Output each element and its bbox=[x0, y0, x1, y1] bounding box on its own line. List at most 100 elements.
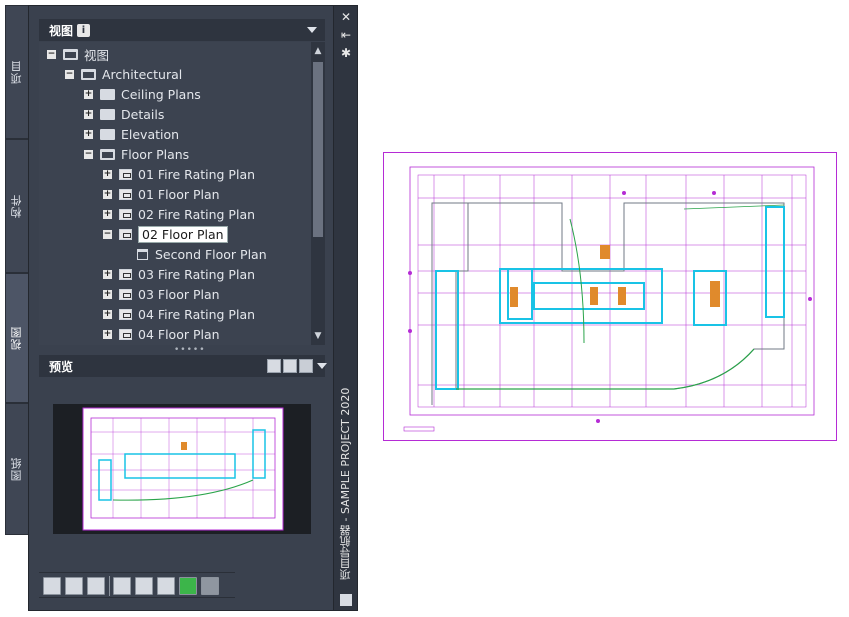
tree-item-label: Details bbox=[121, 106, 165, 122]
select-tool-icon[interactable] bbox=[135, 577, 153, 595]
preview-panel-menu-arrow-icon[interactable] bbox=[317, 363, 327, 369]
scroll-up-icon[interactable]: ▲ bbox=[313, 45, 323, 57]
view-icon bbox=[119, 268, 132, 280]
side-tab-project-label: 项目 bbox=[10, 60, 23, 84]
tree-item-label: 04 Floor Plan bbox=[138, 326, 220, 342]
preview-panel-title: 预览 bbox=[49, 359, 74, 374]
new-view-icon[interactable] bbox=[43, 577, 61, 595]
folder-icon bbox=[100, 108, 115, 120]
expand-icon[interactable]: + bbox=[103, 289, 112, 299]
tree-item[interactable]: +04 Fire Rating Plan bbox=[103, 304, 255, 324]
collapse-icon[interactable]: − bbox=[65, 69, 74, 79]
side-tab-constructs-label: 构件 bbox=[10, 194, 23, 218]
properties-gear-icon[interactable]: ✱ bbox=[339, 46, 353, 60]
collapse-icon[interactable]: − bbox=[47, 49, 56, 59]
views-panel-menu-arrow-icon[interactable] bbox=[307, 27, 317, 33]
folder-open-icon bbox=[100, 148, 115, 160]
view-icon bbox=[119, 168, 132, 180]
tree-item[interactable]: + Details bbox=[84, 104, 164, 124]
view-icon-locked bbox=[119, 228, 132, 240]
drawing-canvas[interactable] bbox=[383, 152, 837, 441]
sheet-properties-icon[interactable] bbox=[113, 577, 131, 595]
collapse-icon[interactable]: − bbox=[84, 149, 93, 159]
tree-item[interactable]: − 视图 bbox=[47, 44, 109, 64]
side-tab-constructs[interactable]: 构件 bbox=[5, 139, 29, 273]
tree-item-label: 01 Floor Plan bbox=[138, 186, 220, 202]
tree-item[interactable]: +01 Fire Rating Plan bbox=[103, 164, 255, 184]
tree-item[interactable]: +03 Floor Plan bbox=[103, 284, 220, 304]
preview-frame-icon[interactable] bbox=[283, 359, 297, 373]
folder-icon bbox=[100, 88, 115, 100]
palette-title-strip: ✕ ⇤ ✱ 项目导航器 - SAMPLE PROJECT 2020 bbox=[333, 6, 357, 610]
tree-item-label: Second Floor Plan bbox=[155, 246, 267, 262]
table-icon[interactable] bbox=[157, 577, 175, 595]
floor-plan-drawing bbox=[403, 166, 815, 432]
new-section-view-icon[interactable] bbox=[87, 577, 105, 595]
panel-resize-grip[interactable]: ••••• bbox=[174, 346, 205, 355]
refresh-icon[interactable] bbox=[179, 577, 197, 595]
tree-item-label: Floor Plans bbox=[121, 146, 190, 162]
palette-side-tabs: 项目 构件 视图 图纸 bbox=[5, 5, 29, 535]
tree-item[interactable]: − Architectural bbox=[65, 64, 182, 84]
tree-item[interactable]: − 02 Floor Plan bbox=[103, 224, 228, 244]
palette-menu-icon[interactable] bbox=[340, 594, 352, 606]
expand-icon[interactable]: + bbox=[84, 129, 93, 139]
tree-item-label: 04 Fire Rating Plan bbox=[138, 306, 256, 322]
tree-item[interactable]: +02 Fire Rating Plan bbox=[103, 204, 255, 224]
side-tab-sheets-label: 图纸 bbox=[10, 457, 23, 481]
views-panel-header: 视图 i bbox=[39, 19, 325, 41]
expand-icon[interactable]: + bbox=[103, 209, 112, 219]
tree-item[interactable]: + Elevation bbox=[84, 124, 179, 144]
preview-zoom-icon[interactable] bbox=[299, 359, 313, 373]
tree-item-label: Ceiling Plans bbox=[121, 86, 201, 102]
tree-item[interactable]: +04 Floor Plan bbox=[103, 324, 220, 344]
view-icon bbox=[119, 308, 132, 320]
tree-item[interactable]: Second Floor Plan bbox=[121, 244, 267, 264]
expand-icon[interactable]: + bbox=[84, 89, 93, 99]
expand-icon[interactable]: + bbox=[103, 269, 112, 279]
side-tab-views[interactable]: 视图 bbox=[5, 273, 29, 403]
preview-floor-plan-drawing bbox=[82, 407, 284, 531]
folder-open-icon bbox=[63, 48, 78, 60]
tree-item-label: 01 Fire Rating Plan bbox=[138, 166, 256, 182]
expand-icon[interactable]: + bbox=[103, 309, 112, 319]
tree-item[interactable]: +01 Floor Plan bbox=[103, 184, 220, 204]
view-icon bbox=[119, 288, 132, 300]
sheet-view-icon bbox=[137, 248, 148, 260]
expand-icon[interactable]: + bbox=[103, 169, 112, 179]
expand-icon[interactable]: + bbox=[103, 329, 112, 339]
expand-icon[interactable]: + bbox=[103, 189, 112, 199]
navigator-toolbar bbox=[39, 572, 235, 598]
side-tab-project[interactable]: 项目 bbox=[5, 5, 29, 139]
tree-item-label: Elevation bbox=[121, 126, 180, 142]
side-tab-views-label: 视图 bbox=[10, 326, 23, 350]
tree-item[interactable]: +03 Fire Rating Plan bbox=[103, 264, 255, 284]
view-icon bbox=[119, 208, 132, 220]
palette-title: 项目导航器 - SAMPLE PROJECT 2020 bbox=[339, 387, 352, 580]
view-icon bbox=[119, 328, 132, 340]
tree-item[interactable]: + Ceiling Plans bbox=[84, 84, 201, 104]
tree-item[interactable]: − Floor Plans bbox=[84, 144, 189, 164]
tree-item-label: Architectural bbox=[102, 66, 183, 82]
preview-panel-header: 预览 bbox=[39, 355, 327, 377]
preview-settings-icon[interactable] bbox=[267, 359, 281, 373]
side-tab-sheets[interactable]: 图纸 bbox=[5, 403, 29, 535]
collapse-icon[interactable]: − bbox=[103, 229, 112, 239]
scroll-down-icon[interactable]: ▼ bbox=[313, 330, 323, 342]
scroll-thumb[interactable] bbox=[313, 62, 323, 237]
views-tree: − 视图 − Architectural + Ceiling Plans + Details +… bbox=[39, 42, 325, 345]
tree-scrollbar[interactable]: ▲ ▼ bbox=[311, 42, 325, 345]
folder-icon bbox=[100, 128, 115, 140]
auto-hide-icon[interactable]: ⇤ bbox=[339, 28, 353, 42]
project-navigator-palette: 视图 i − 视图 − Architectural + Ceiling Plans + Det… bbox=[28, 5, 358, 611]
close-icon[interactable]: ✕ bbox=[339, 10, 353, 24]
new-detail-view-icon[interactable] bbox=[65, 577, 83, 595]
info-icon[interactable]: i bbox=[77, 23, 91, 37]
tree-item-label: 02 Fire Rating Plan bbox=[138, 206, 256, 222]
expand-icon[interactable]: + bbox=[84, 109, 93, 119]
repath-icon[interactable] bbox=[201, 577, 219, 595]
tree-item-label: 03 Floor Plan bbox=[138, 286, 220, 302]
views-panel-title: 视图 bbox=[49, 23, 74, 38]
preview-thumbnail bbox=[53, 404, 311, 534]
tree-item-label: 视图 bbox=[84, 47, 110, 63]
